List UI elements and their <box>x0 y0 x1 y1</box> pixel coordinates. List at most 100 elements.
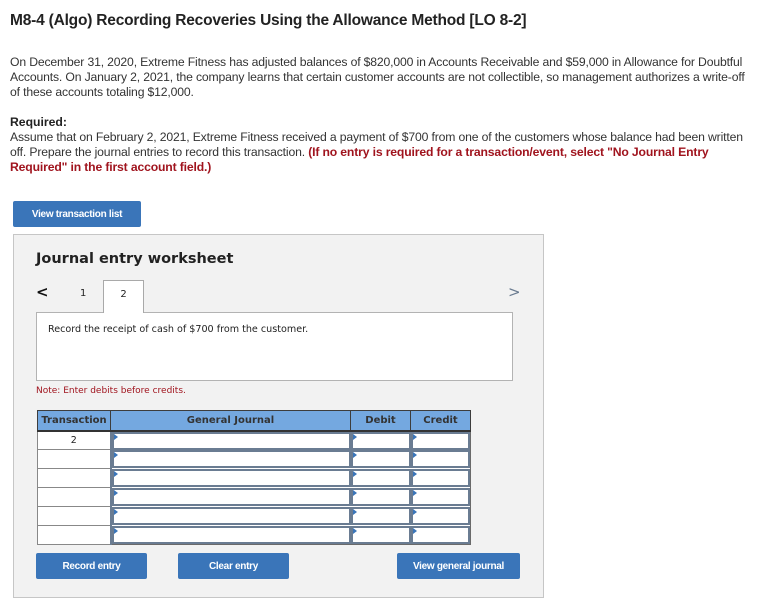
field-marker-icon <box>352 509 357 515</box>
account-select[interactable] <box>113 512 349 527</box>
header-debit: Debit <box>350 410 411 432</box>
debit-input[interactable] <box>352 474 409 489</box>
field-marker-icon <box>113 527 118 534</box>
field-marker-icon <box>113 452 118 458</box>
field-marker-icon <box>113 433 118 440</box>
account-cell <box>110 506 351 527</box>
clear-entry-button[interactable]: Clear entry <box>178 553 289 579</box>
journal-row <box>37 506 471 527</box>
debit-cell <box>350 487 411 508</box>
credit-cell <box>410 487 471 508</box>
transaction-cell <box>37 525 112 545</box>
transaction-cell <box>37 506 112 526</box>
field-marker-icon <box>412 527 417 534</box>
account-cell <box>110 449 351 470</box>
credit-input[interactable] <box>412 493 468 508</box>
journal-row <box>37 525 471 546</box>
chevron-left-icon[interactable]: < <box>36 283 49 301</box>
credit-input-wrapper <box>410 431 470 451</box>
debit-input-wrapper <box>350 469 411 489</box>
account-select[interactable] <box>113 455 349 470</box>
debit-cell <box>350 430 411 451</box>
required-text: Assume that on February 2, 2021, Extreme… <box>10 130 752 175</box>
credit-input[interactable] <box>412 474 468 489</box>
credit-cell <box>410 506 471 527</box>
record-entry-button[interactable]: Record entry <box>36 553 147 579</box>
account-select[interactable] <box>113 493 349 508</box>
transaction-description-box: Record the receipt of cash of $700 from … <box>36 312 513 381</box>
debit-cell <box>350 468 411 489</box>
debit-input[interactable] <box>352 493 409 508</box>
account-select[interactable] <box>113 531 349 546</box>
field-marker-icon <box>412 471 417 477</box>
account-cell <box>110 468 351 489</box>
account-select-wrapper <box>111 450 351 470</box>
journal-entry-worksheet: Journal entry worksheet < 1 2 > Record t… <box>13 234 544 598</box>
debit-input[interactable] <box>352 437 409 451</box>
field-marker-icon <box>352 471 357 477</box>
header-credit: Credit <box>410 410 471 432</box>
journal-row <box>37 449 471 470</box>
credit-input-wrapper <box>410 507 470 527</box>
debit-credit-note: Note: Enter debits before credits. <box>36 386 186 396</box>
credit-input-wrapper <box>410 525 470 546</box>
view-general-journal-button[interactable]: View general journal <box>397 553 520 579</box>
tab-2-label: 2 <box>120 289 127 300</box>
header-transaction: Transaction <box>37 410 111 432</box>
debit-cell <box>350 449 411 470</box>
debit-input-wrapper <box>350 507 411 527</box>
field-marker-icon <box>113 471 118 477</box>
transaction-description: Record the receipt of cash of $700 from … <box>48 324 309 335</box>
field-marker-icon <box>352 433 357 440</box>
credit-input-wrapper <box>410 469 470 489</box>
transaction-cell: 2 <box>37 430 112 450</box>
credit-input-wrapper <box>410 488 470 508</box>
debit-input-wrapper <box>350 431 411 451</box>
account-cell <box>110 525 351 546</box>
tab-1[interactable]: 1 <box>80 288 86 299</box>
worksheet-title: Journal entry worksheet <box>36 251 234 267</box>
journal-row: 2 <box>37 430 471 451</box>
debit-cell <box>350 506 411 527</box>
tab-2[interactable]: 2 <box>103 280 144 313</box>
account-select-wrapper <box>111 431 351 451</box>
problem-intro: On December 31, 2020, Extreme Fitness ha… <box>10 55 745 99</box>
account-cell <box>110 487 351 508</box>
chevron-right-icon[interactable]: > <box>508 283 521 301</box>
debit-input[interactable] <box>352 455 409 470</box>
field-marker-icon <box>113 490 118 496</box>
field-marker-icon <box>113 509 118 515</box>
transaction-cell <box>37 487 112 507</box>
required-label: Required: <box>10 115 67 129</box>
transaction-cell <box>37 468 112 488</box>
field-marker-icon <box>412 509 417 515</box>
account-select-wrapper <box>111 469 351 489</box>
journal-table-header: Transaction General Journal Debit Credit <box>37 410 471 432</box>
debit-input[interactable] <box>352 512 409 527</box>
credit-input[interactable] <box>412 455 468 470</box>
account-cell <box>110 430 351 451</box>
debit-cell <box>350 525 411 546</box>
debit-input-wrapper <box>350 450 411 470</box>
field-marker-icon <box>412 433 417 440</box>
account-select-wrapper <box>111 488 351 508</box>
credit-input[interactable] <box>412 531 468 546</box>
debit-input[interactable] <box>352 531 409 546</box>
view-transaction-list-button[interactable]: View transaction list <box>13 201 141 227</box>
credit-cell <box>410 430 471 451</box>
credit-cell <box>410 468 471 489</box>
credit-input[interactable] <box>412 512 468 527</box>
credit-input-wrapper <box>410 450 470 470</box>
page-title: M8-4 (Algo) Recording Recoveries Using t… <box>10 12 527 29</box>
journal-row <box>37 487 471 508</box>
debit-input-wrapper <box>350 525 411 546</box>
journal-row <box>37 468 471 489</box>
account-select[interactable] <box>113 474 349 489</box>
field-marker-icon <box>352 452 357 458</box>
credit-cell <box>410 525 471 546</box>
account-select-wrapper <box>111 525 351 546</box>
credit-input[interactable] <box>412 437 468 451</box>
field-marker-icon <box>352 527 357 534</box>
account-select[interactable] <box>113 437 349 451</box>
field-marker-icon <box>412 490 417 496</box>
